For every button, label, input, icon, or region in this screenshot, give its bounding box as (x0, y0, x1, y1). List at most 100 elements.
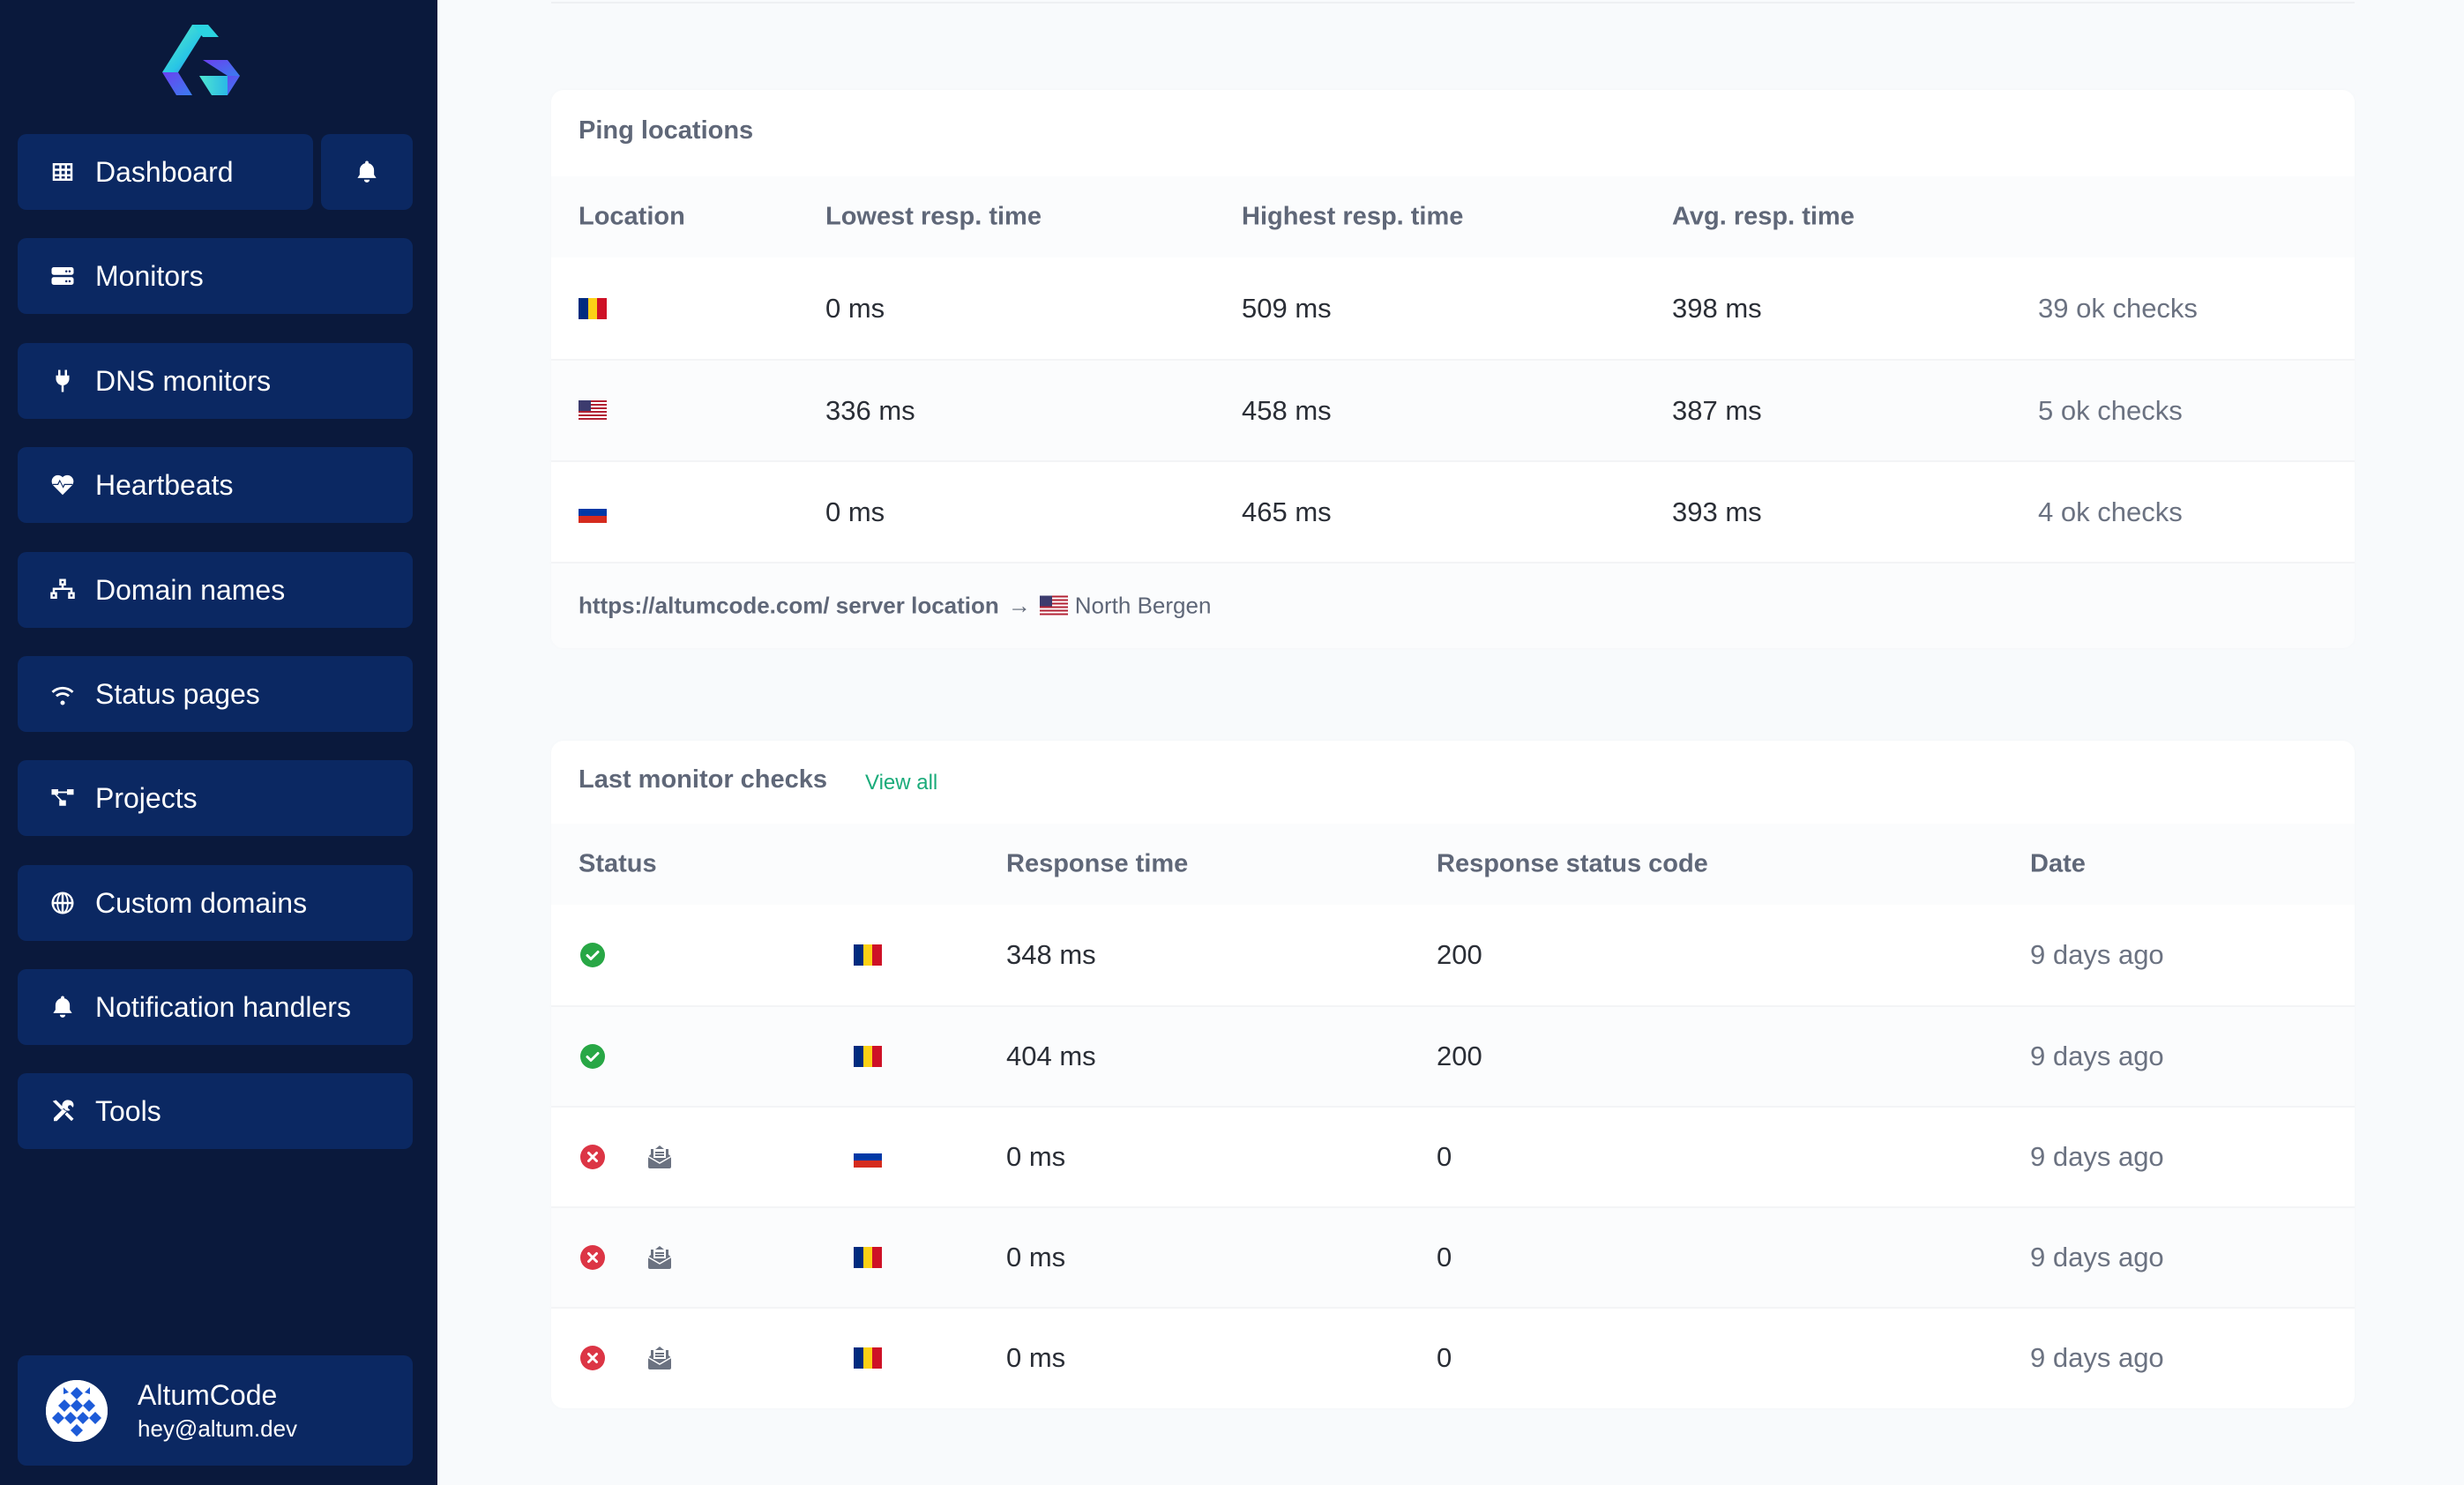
column-header: Response status code (1437, 849, 1708, 878)
envelope-open-text-icon[interactable] (646, 1144, 673, 1170)
response-status-code: 0 (1437, 1141, 1452, 1172)
notifications-button[interactable] (321, 134, 413, 210)
sidebar-item-label: Heartbeats (95, 468, 234, 501)
logo-icon[interactable] (159, 23, 243, 99)
wifi-icon (48, 679, 78, 709)
column-header: Lowest resp. time (825, 202, 1042, 231)
flag-us-icon (1039, 595, 1068, 616)
sidebar-item-label: Notification handlers (95, 990, 351, 1023)
response-status-code: 200 (1437, 1041, 1482, 1071)
flag-ro-icon (579, 297, 608, 319)
response-time: 0 ms (1006, 1242, 1066, 1272)
sidebar-item-projects[interactable]: Projects (18, 760, 413, 836)
project-diagram-icon (48, 783, 78, 813)
table-row: 336 ms 458 ms 387 ms 5 ok checks (551, 359, 2355, 460)
sidebar-item-status-pages[interactable]: Status pages (18, 656, 413, 732)
sidebar-item-label: Dashboard (95, 155, 234, 188)
user-name: AltumCode (138, 1378, 278, 1411)
plug-icon (48, 366, 78, 396)
check-circle-icon (580, 1044, 605, 1069)
server-url-label: https://altumcode.com/ server location (579, 592, 999, 619)
envelope-open-text-icon[interactable] (646, 1345, 673, 1371)
avg-resp-time: 398 ms (1672, 292, 1762, 324)
server-city: North Bergen (1074, 592, 1212, 619)
response-time: 0 ms (1006, 1342, 1066, 1373)
sidebar-item-label: Status pages (95, 677, 260, 710)
highest-resp-time: 465 ms (1242, 496, 1332, 527)
flag-ru-icon (854, 1146, 882, 1168)
column-header: Highest resp. time (1242, 202, 1464, 231)
sidebar-item-custom-domains[interactable]: Custom domains (18, 865, 413, 941)
flag-ro-icon (854, 1347, 883, 1369)
response-status-code: 0 (1437, 1242, 1452, 1272)
user-email: hey@altum.dev (138, 1414, 298, 1442)
check-date: 9 days ago (2030, 1041, 2164, 1071)
divider (551, 0, 2355, 4)
bell-icon (48, 992, 78, 1022)
table-row: 404 ms 200 9 days ago (551, 1005, 2355, 1106)
column-header: Date (2030, 849, 2086, 878)
heart-pulse-icon (48, 470, 78, 500)
times-circle-icon (580, 1145, 605, 1169)
flag-us-icon (579, 399, 607, 422)
sidebar-item-label: Custom domains (95, 886, 308, 919)
flag-ro-icon (854, 1046, 883, 1067)
server-location: https://altumcode.com/ server location →… (579, 593, 1211, 620)
column-header: Response time (1006, 849, 1189, 878)
sidebar-item-tools[interactable]: Tools (18, 1073, 413, 1149)
times-circle-icon (580, 1346, 605, 1370)
server-location-row: https://altumcode.com/ server location →… (551, 562, 2355, 648)
sidebar-item-label: Tools (95, 1094, 161, 1127)
table-header: Location Lowest resp. time Highest resp.… (551, 176, 2355, 257)
check-date: 9 days ago (2030, 1141, 2164, 1172)
ok-checks: 5 ok checks (2038, 394, 2183, 426)
ping-locations-card: Ping locations Location Lowest resp. tim… (551, 90, 2355, 648)
sidebar-item-notification-handlers[interactable]: Notification handlers (18, 969, 413, 1045)
user-menu[interactable]: AltumCode hey@altum.dev (18, 1355, 413, 1466)
globe-icon (48, 888, 78, 918)
sidebar-item-label: Projects (95, 781, 198, 814)
highest-resp-time: 509 ms (1242, 292, 1332, 324)
table-header: Status Response time Response status cod… (551, 824, 2355, 905)
avg-resp-time: 393 ms (1672, 496, 1762, 527)
sidebar-item-monitors[interactable]: Monitors (18, 238, 413, 314)
response-time: 348 ms (1006, 939, 1096, 970)
response-status-code: 200 (1437, 939, 1482, 970)
ok-checks: 39 ok checks (2038, 292, 2198, 324)
arrow-right-icon: → (1007, 592, 1031, 619)
tools-icon (48, 1096, 78, 1126)
highest-resp-time: 458 ms (1242, 394, 1332, 426)
sidebar-item-dashboard[interactable]: Dashboard (18, 134, 313, 210)
column-header: Avg. resp. time (1672, 202, 1855, 231)
table-row: 0 ms 0 9 days ago (551, 1206, 2355, 1307)
table-grid-icon (48, 157, 78, 187)
server-icon (48, 261, 78, 291)
sidebar: Dashboard Monitors DNS monitors Heartbea… (0, 0, 437, 1485)
column-header: Location (579, 202, 685, 231)
table-row: 0 ms 0 9 days ago (551, 1307, 2355, 1407)
sidebar-item-heartbeats[interactable]: Heartbeats (18, 447, 413, 523)
response-time: 0 ms (1006, 1141, 1066, 1172)
flag-ru-icon (579, 501, 607, 523)
flag-ro-icon (854, 1247, 883, 1268)
table-row: 0 ms 0 9 days ago (551, 1106, 2355, 1206)
lowest-resp-time: 0 ms (825, 292, 885, 324)
card-title: Ping locations (579, 116, 754, 145)
response-status-code: 0 (1437, 1342, 1452, 1373)
sidebar-item-dns-monitors[interactable]: DNS monitors (18, 343, 413, 419)
network-wired-icon (48, 575, 78, 605)
check-date: 9 days ago (2030, 939, 2164, 970)
avg-resp-time: 387 ms (1672, 394, 1762, 426)
view-all-link[interactable]: View all (865, 771, 937, 795)
envelope-open-text-icon[interactable] (646, 1244, 673, 1271)
lowest-resp-time: 0 ms (825, 496, 885, 527)
sidebar-item-domain-names[interactable]: Domain names (18, 552, 413, 628)
bell-icon (354, 159, 380, 185)
column-header: Status (579, 849, 657, 878)
table-row: 0 ms 465 ms 393 ms 4 ok checks (551, 460, 2355, 562)
last-monitor-checks-card: Last monitor checks View all Status Resp… (551, 741, 2355, 1408)
table-row: 0 ms 509 ms 398 ms 39 ok checks (551, 257, 2355, 359)
times-circle-icon (580, 1245, 605, 1270)
flag-ro-icon (854, 944, 883, 966)
response-time: 404 ms (1006, 1041, 1096, 1071)
